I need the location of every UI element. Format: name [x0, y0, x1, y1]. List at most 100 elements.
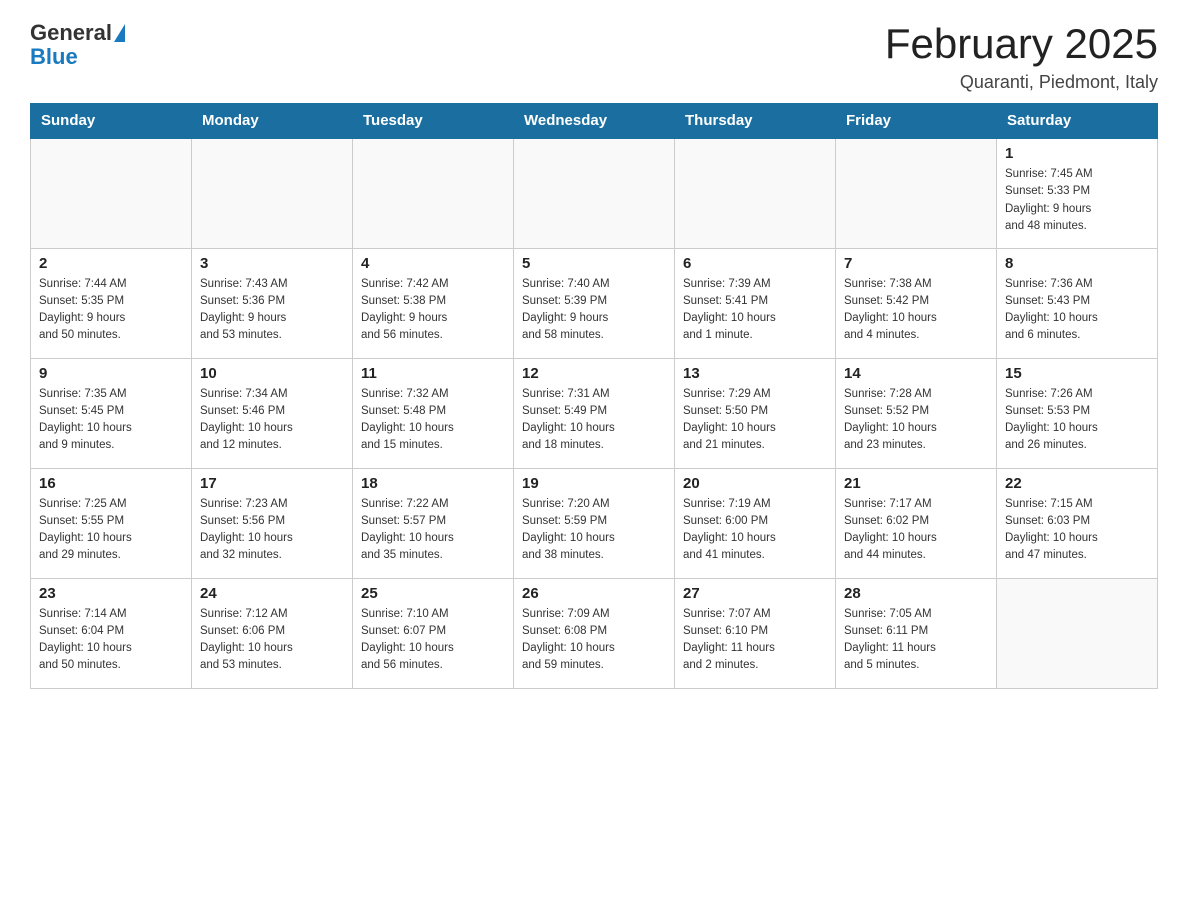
table-row: 3 Sunrise: 7:43 AM Sunset: 5:36 PM Daylig… — [192, 248, 353, 358]
calendar-week-row: 1Sunrise: 7:45 AM Sunset: 5:33 PM Daylig… — [31, 138, 1158, 248]
header-friday: Friday — [836, 104, 997, 139]
day-info: Sunrise: 7:17 AM Sunset: 6:02 PM Dayligh… — [844, 496, 988, 565]
table-row: 9 Sunrise: 7:35 AM Sunset: 5:45 PM Daylig… — [31, 358, 192, 468]
table-row: 20 Sunrise: 7:19 AM Sunset: 6:00 PM Dayli… — [675, 468, 836, 578]
logo: General Blue — [30, 20, 125, 70]
day-number: 19 — [522, 475, 666, 492]
day-number: 22 — [1005, 475, 1149, 492]
day-number: 5 — [522, 255, 666, 272]
table-row — [353, 138, 514, 248]
day-number: 24 — [200, 585, 344, 602]
day-number: 26 — [522, 585, 666, 602]
table-row: 13 Sunrise: 7:29 AM Sunset: 5:50 PM Dayli… — [675, 358, 836, 468]
logo-blue-text: Blue — [30, 44, 125, 70]
table-row: 24 Sunrise: 7:12 AM Sunset: 6:06 PM Dayli… — [192, 578, 353, 688]
day-info: Sunrise: 7:15 AM Sunset: 6:03 PM Dayligh… — [1005, 496, 1149, 565]
day-number: 4 — [361, 255, 505, 272]
day-info: Sunrise: 7:12 AM Sunset: 6:06 PM Dayligh… — [200, 606, 344, 675]
table-row: 23 Sunrise: 7:14 AM Sunset: 6:04 PM Dayli… — [31, 578, 192, 688]
day-number: 11 — [361, 365, 505, 382]
day-number: 25 — [361, 585, 505, 602]
day-info: Sunrise: 7:20 AM Sunset: 5:59 PM Dayligh… — [522, 496, 666, 565]
day-info: Sunrise: 7:39 AM Sunset: 5:41 PM Dayligh… — [683, 276, 827, 345]
table-row: 11 Sunrise: 7:32 AM Sunset: 5:48 PM Dayli… — [353, 358, 514, 468]
header-thursday: Thursday — [675, 104, 836, 139]
day-info: Sunrise: 7:35 AM Sunset: 5:45 PM Dayligh… — [39, 386, 183, 455]
table-row: 10 Sunrise: 7:34 AM Sunset: 5:46 PM Dayli… — [192, 358, 353, 468]
table-row: 17 Sunrise: 7:23 AM Sunset: 5:56 PM Dayli… — [192, 468, 353, 578]
header-sunday: Sunday — [31, 104, 192, 139]
table-row: 6 Sunrise: 7:39 AM Sunset: 5:41 PM Daylig… — [675, 248, 836, 358]
table-row: 25 Sunrise: 7:10 AM Sunset: 6:07 PM Dayli… — [353, 578, 514, 688]
table-row: 27 Sunrise: 7:07 AM Sunset: 6:10 PM Dayli… — [675, 578, 836, 688]
day-info: Sunrise: 7:26 AM Sunset: 5:53 PM Dayligh… — [1005, 386, 1149, 455]
table-row: 14Sunrise: 7:28 AM Sunset: 5:52 PM Dayli… — [836, 358, 997, 468]
day-info: Sunrise: 7:14 AM Sunset: 6:04 PM Dayligh… — [39, 606, 183, 675]
day-number: 15 — [1005, 365, 1149, 382]
day-number: 6 — [683, 255, 827, 272]
day-info: Sunrise: 7:32 AM Sunset: 5:48 PM Dayligh… — [361, 386, 505, 455]
table-row: 26Sunrise: 7:09 AM Sunset: 6:08 PM Dayli… — [514, 578, 675, 688]
day-info: Sunrise: 7:36 AM Sunset: 5:43 PM Dayligh… — [1005, 276, 1149, 345]
table-row: 12 Sunrise: 7:31 AM Sunset: 5:49 PM Dayli… — [514, 358, 675, 468]
table-row: 8 Sunrise: 7:36 AM Sunset: 5:43 PM Daylig… — [997, 248, 1158, 358]
table-row — [31, 138, 192, 248]
day-number: 16 — [39, 475, 183, 492]
day-number: 28 — [844, 585, 988, 602]
day-info: Sunrise: 7:44 AM Sunset: 5:35 PM Dayligh… — [39, 276, 183, 345]
day-info: Sunrise: 7:19 AM Sunset: 6:00 PM Dayligh… — [683, 496, 827, 565]
day-info: Sunrise: 7:07 AM Sunset: 6:10 PM Dayligh… — [683, 606, 827, 675]
day-number: 1 — [1005, 145, 1149, 162]
day-number: 3 — [200, 255, 344, 272]
day-info: Sunrise: 7:38 AM Sunset: 5:42 PM Dayligh… — [844, 276, 988, 345]
day-number: 10 — [200, 365, 344, 382]
table-row: 16Sunrise: 7:25 AM Sunset: 5:55 PM Dayli… — [31, 468, 192, 578]
table-row — [836, 138, 997, 248]
day-number: 2 — [39, 255, 183, 272]
header-saturday: Saturday — [997, 104, 1158, 139]
day-info: Sunrise: 7:43 AM Sunset: 5:36 PM Dayligh… — [200, 276, 344, 345]
day-number: 20 — [683, 475, 827, 492]
day-info: Sunrise: 7:10 AM Sunset: 6:07 PM Dayligh… — [361, 606, 505, 675]
day-number: 13 — [683, 365, 827, 382]
table-row: 2 Sunrise: 7:44 AM Sunset: 5:35 PM Daylig… — [31, 248, 192, 358]
day-number: 12 — [522, 365, 666, 382]
table-row: 7 Sunrise: 7:38 AM Sunset: 5:42 PM Daylig… — [836, 248, 997, 358]
logo-triangle-icon — [114, 24, 125, 42]
day-number: 14 — [844, 365, 988, 382]
table-row: 4Sunrise: 7:42 AM Sunset: 5:38 PM Daylig… — [353, 248, 514, 358]
month-title: February 2025 — [885, 20, 1158, 68]
table-row: 15 Sunrise: 7:26 AM Sunset: 5:53 PM Dayli… — [997, 358, 1158, 468]
calendar-week-row: 16Sunrise: 7:25 AM Sunset: 5:55 PM Dayli… — [31, 468, 1158, 578]
title-section: February 2025 Quaranti, Piedmont, Italy — [885, 20, 1158, 93]
day-number: 7 — [844, 255, 988, 272]
table-row: 5 Sunrise: 7:40 AM Sunset: 5:39 PM Daylig… — [514, 248, 675, 358]
day-number: 18 — [361, 475, 505, 492]
day-info: Sunrise: 7:40 AM Sunset: 5:39 PM Dayligh… — [522, 276, 666, 345]
day-info: Sunrise: 7:29 AM Sunset: 5:50 PM Dayligh… — [683, 386, 827, 455]
table-row — [675, 138, 836, 248]
calendar-week-row: 9 Sunrise: 7:35 AM Sunset: 5:45 PM Daylig… — [31, 358, 1158, 468]
day-number: 17 — [200, 475, 344, 492]
table-row: 19 Sunrise: 7:20 AM Sunset: 5:59 PM Dayli… — [514, 468, 675, 578]
page-header: General Blue February 2025 Quaranti, Pie… — [30, 20, 1158, 93]
table-row — [514, 138, 675, 248]
day-number: 27 — [683, 585, 827, 602]
day-number: 9 — [39, 365, 183, 382]
table-row: 28 Sunrise: 7:05 AM Sunset: 6:11 PM Dayli… — [836, 578, 997, 688]
day-info: Sunrise: 7:31 AM Sunset: 5:49 PM Dayligh… — [522, 386, 666, 455]
day-info: Sunrise: 7:34 AM Sunset: 5:46 PM Dayligh… — [200, 386, 344, 455]
day-number: 21 — [844, 475, 988, 492]
day-number: 23 — [39, 585, 183, 602]
day-info: Sunrise: 7:23 AM Sunset: 5:56 PM Dayligh… — [200, 496, 344, 565]
day-info: Sunrise: 7:22 AM Sunset: 5:57 PM Dayligh… — [361, 496, 505, 565]
day-info: Sunrise: 7:05 AM Sunset: 6:11 PM Dayligh… — [844, 606, 988, 675]
calendar-table: Sunday Monday Tuesday Wednesday Thursday… — [30, 103, 1158, 689]
logo-general-text: General — [30, 20, 112, 46]
header-tuesday: Tuesday — [353, 104, 514, 139]
weekday-header-row: Sunday Monday Tuesday Wednesday Thursday… — [31, 104, 1158, 139]
header-monday: Monday — [192, 104, 353, 139]
day-number: 8 — [1005, 255, 1149, 272]
table-row: 1Sunrise: 7:45 AM Sunset: 5:33 PM Daylig… — [997, 138, 1158, 248]
table-row — [192, 138, 353, 248]
